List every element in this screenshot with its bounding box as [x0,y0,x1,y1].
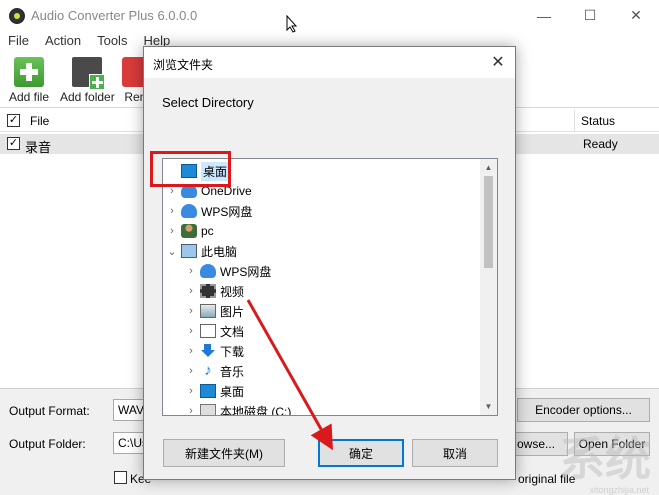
minimize-button[interactable]: — [521,0,567,31]
picture-icon [200,304,216,318]
tree-item-wps[interactable]: › WPS网盘 [165,201,252,221]
browse-folder-dialog: 浏览文件夹 ✕ Select Directory 桌面 › OneDrive ›… [143,46,516,480]
computer-icon [181,244,197,258]
tree-item-label: 此电脑 [201,244,238,259]
keep-checkbox[interactable] [114,471,127,484]
output-format-label: Output Format: [9,404,90,418]
scroll-down-icon[interactable]: ▼ [480,398,497,415]
chevron-right-icon[interactable]: › [184,285,198,297]
tree-item-label: 本地磁盘 (C:) [220,404,292,416]
scroll-thumb[interactable] [484,176,493,268]
watermark-text: 系统 [559,433,651,485]
header-file[interactable]: File [30,114,49,128]
chevron-right-icon[interactable]: › [184,365,198,377]
folder-tree[interactable]: 桌面 › OneDrive › WPS网盘 › pc ⌄ 此电脑 › WPS网盘 [162,158,498,416]
app-icon [9,8,25,24]
tree-item-label: WPS网盘 [220,264,272,279]
tree-item-downloads[interactable]: › 下载 [184,341,244,361]
encoder-options-button[interactable]: Encoder options... [517,398,650,422]
chevron-right-icon[interactable]: › [184,305,198,317]
cursor-icon [286,15,298,33]
tree-item-local-disk[interactable]: › 本地磁盘 (C:) [184,401,292,416]
chevron-right-icon[interactable]: › [184,345,198,357]
tree-item-this-pc[interactable]: ⌄ 此电脑 [165,241,237,261]
tree-item-music[interactable]: › ♪ 音乐 [184,361,244,381]
chevron-right-icon[interactable]: › [165,205,179,217]
cloud-icon [181,204,197,218]
add-file-button[interactable]: Add file [9,57,49,104]
tree-item-documents[interactable]: › 文档 [184,321,244,341]
dialog-title: 浏览文件夹 [153,58,214,72]
watermark-url: xitongzhijia.net [589,485,649,495]
window-title: Audio Converter Plus 6.0.0.0 [31,8,198,23]
dialog-title-bar: 浏览文件夹 ✕ [144,47,515,78]
tree-item-label: WPS网盘 [201,204,253,219]
chevron-right-icon[interactable]: › [184,385,198,397]
tree-item-label: 桌面 [220,384,245,399]
row-file-name: 录音 [25,140,52,155]
ok-button[interactable]: 确定 [318,439,404,467]
close-button[interactable]: ✕ [613,0,659,31]
download-icon [200,344,216,358]
select-all-checkbox[interactable]: ✓ [7,114,20,127]
title-bar: Audio Converter Plus 6.0.0.0 — ☐ ✕ [0,0,659,31]
chevron-right-icon[interactable]: › [184,265,198,277]
menu-action[interactable]: Action [37,31,89,51]
row-status: Ready [583,137,618,151]
tree-item-label: 视频 [220,284,245,299]
disk-icon [200,404,216,415]
tree-item-wps-sub[interactable]: › WPS网盘 [184,261,271,281]
tree-item-label: 文档 [220,324,245,339]
output-folder-label: Output Folder: [9,437,86,451]
tree-item-videos[interactable]: › 视频 [184,281,244,301]
add-file-label: Add file [9,90,50,104]
document-icon [200,324,216,338]
music-icon: ♪ [204,362,212,379]
add-file-icon [14,57,45,87]
chevron-down-icon[interactable]: ⌄ [165,245,179,258]
tree-item-label: 音乐 [220,364,245,379]
dialog-subtitle: Select Directory [162,95,254,110]
chevron-right-icon[interactable]: › [184,325,198,337]
chevron-right-icon[interactable]: › [165,225,179,237]
tree-item-pc-user[interactable]: › pc [165,221,214,241]
scroll-up-icon[interactable]: ▲ [480,159,497,176]
chevron-right-icon[interactable]: › [184,405,198,415]
menu-file[interactable]: File [0,31,37,51]
dialog-close-icon[interactable]: ✕ [487,52,509,74]
add-folder-icon [72,57,106,90]
new-folder-button[interactable]: 新建文件夹(M) [163,439,285,467]
maximize-button[interactable]: ☐ [567,0,613,31]
tree-item-desktop-sub[interactable]: › 桌面 [184,381,244,401]
column-divider [574,110,575,132]
menu-tools[interactable]: Tools [89,31,135,51]
add-folder-label: Add folder [60,90,115,104]
tree-item-label: 图片 [220,304,245,319]
header-status[interactable]: Status [581,114,615,128]
add-folder-button[interactable]: Add folder [60,57,115,104]
video-icon [200,284,216,298]
monitor-icon [200,384,216,398]
tree-scrollbar[interactable]: ▲ ▼ [480,159,497,415]
row-checkbox[interactable]: ✓ [7,137,20,150]
tree-item-label: 下载 [220,344,245,359]
user-icon [181,224,197,238]
cloud-icon [200,264,216,278]
highlight-box [150,151,231,187]
cancel-button[interactable]: 取消 [412,439,498,467]
tree-item-pictures[interactable]: › 图片 [184,301,244,321]
tree-item-label: pc [201,224,214,238]
